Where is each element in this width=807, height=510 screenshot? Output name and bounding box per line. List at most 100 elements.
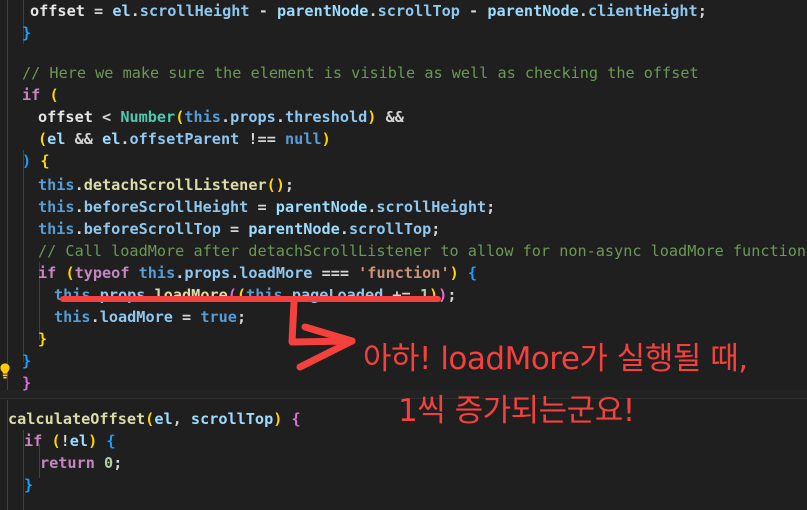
code-token: ; [447,286,457,304]
code-token: ; [284,176,295,194]
code-token: scrollHeight [376,198,487,216]
code-token: 0 [104,454,114,472]
code-line[interactable]: // Call loadMore after detachScrollListe… [0,240,807,262]
code-token: { [467,264,478,282]
code-line[interactable]: } [0,328,47,350]
code-line[interactable]: if ( [0,84,59,106]
code-token: !== [248,130,276,148]
code-token: parentNode [487,2,579,20]
code-token: el [112,2,131,20]
code-token: ( [145,410,155,428]
code-line[interactable]: if (!el) { [0,430,116,452]
code-line[interactable]: ) { [0,150,49,172]
lightbulb-icon[interactable] [0,362,14,380]
code-token: - [469,2,479,20]
code-token: typeof [74,264,130,282]
code-token: . [220,108,231,126]
code-token: . [130,2,140,20]
code-line[interactable]: if (typeof this.props.loadMore === 'func… [0,262,477,284]
code-token: . [145,286,155,304]
code-token: . [90,308,100,326]
code-token: scrollTop [190,410,274,428]
code-token: } [22,374,32,392]
code-token: } [22,24,32,42]
code-line[interactable]: this.props.loadMore((this.pageLoaded += … [0,284,456,306]
code-token: this [54,308,91,326]
code-token: props [99,286,146,304]
code-token: === [321,264,349,282]
code-token: scrollTop [377,2,460,20]
code-token: . [74,176,84,194]
code-token: calculateOffset [8,410,146,428]
code-token: this [138,264,176,282]
code-line[interactable]: } [0,22,31,44]
editor-code-pane[interactable]: offset = el.scrollHeight - parentNode.sc… [0,0,807,510]
code-token: ( [227,286,237,304]
code-token: = [182,308,192,326]
code-line[interactable]: offset = el.scrollHeight - parentNode.sc… [0,0,707,22]
code-token: parentNode [277,2,369,20]
code-token: , [172,410,182,428]
code-token: ( [236,286,247,304]
code-token: Number [120,108,176,126]
code-token: = [230,220,240,238]
code-line[interactable]: this.loadMore = true; [0,306,246,328]
code-token: clientHeight [587,2,698,20]
code-line[interactable]: return 0; [0,452,122,474]
code-token: beforeScrollTop [83,220,221,238]
code-line[interactable]: this.beforeScrollHeight = parentNode.scr… [0,196,495,218]
code-token: . [175,264,185,282]
code-line[interactable]: calculateOffset(el, scrollTop) { [0,408,301,430]
code-token: ( [51,432,61,450]
code-token: return [40,454,95,472]
code-token: if [24,432,43,450]
code-line[interactable]: } [0,474,33,496]
code-line[interactable]: this.detachScrollListener(); [0,174,294,196]
code-token: this [246,286,283,304]
code-token: parentNode [248,220,340,238]
code-token: loadMore [154,286,228,304]
code-token: && [74,130,93,148]
code-token: ; [236,308,247,326]
code-token: el [102,130,121,148]
code-token: . [275,108,285,126]
code-token: ) [22,152,32,170]
code-token: this [38,176,75,194]
code-token: this [184,108,221,126]
code-token: this [38,198,75,216]
code-token: pageLoaded [291,286,384,304]
code-token: loadMore [99,308,173,326]
code-line[interactable]: offset < Number(this.props.threshold) && [0,106,404,128]
code-line[interactable]: // Here we make sure the element is visi… [0,62,699,84]
code-token: ( [175,108,185,126]
code-token: true [200,308,237,326]
code-token: offsetParent [129,130,240,148]
code-token: ) [273,410,283,428]
code-token: // Here we make sure the element is visi… [22,64,699,82]
code-token: ; [431,220,441,238]
code-token: scrollHeight [139,2,250,20]
code-token: this [38,220,75,238]
code-token: 'function' [358,264,450,282]
code-token: . [74,198,84,216]
code-token: . [282,286,292,304]
code-token: ) [429,286,439,304]
code-line[interactable]: this.beforeScrollTop = parentNode.scroll… [0,218,440,240]
code-token: this [54,286,91,304]
code-token: ) [275,176,285,194]
code-line[interactable]: (el && el.offsetParent !== null) [0,128,331,150]
code-token: ) [449,264,459,282]
code-token: = [257,198,267,216]
